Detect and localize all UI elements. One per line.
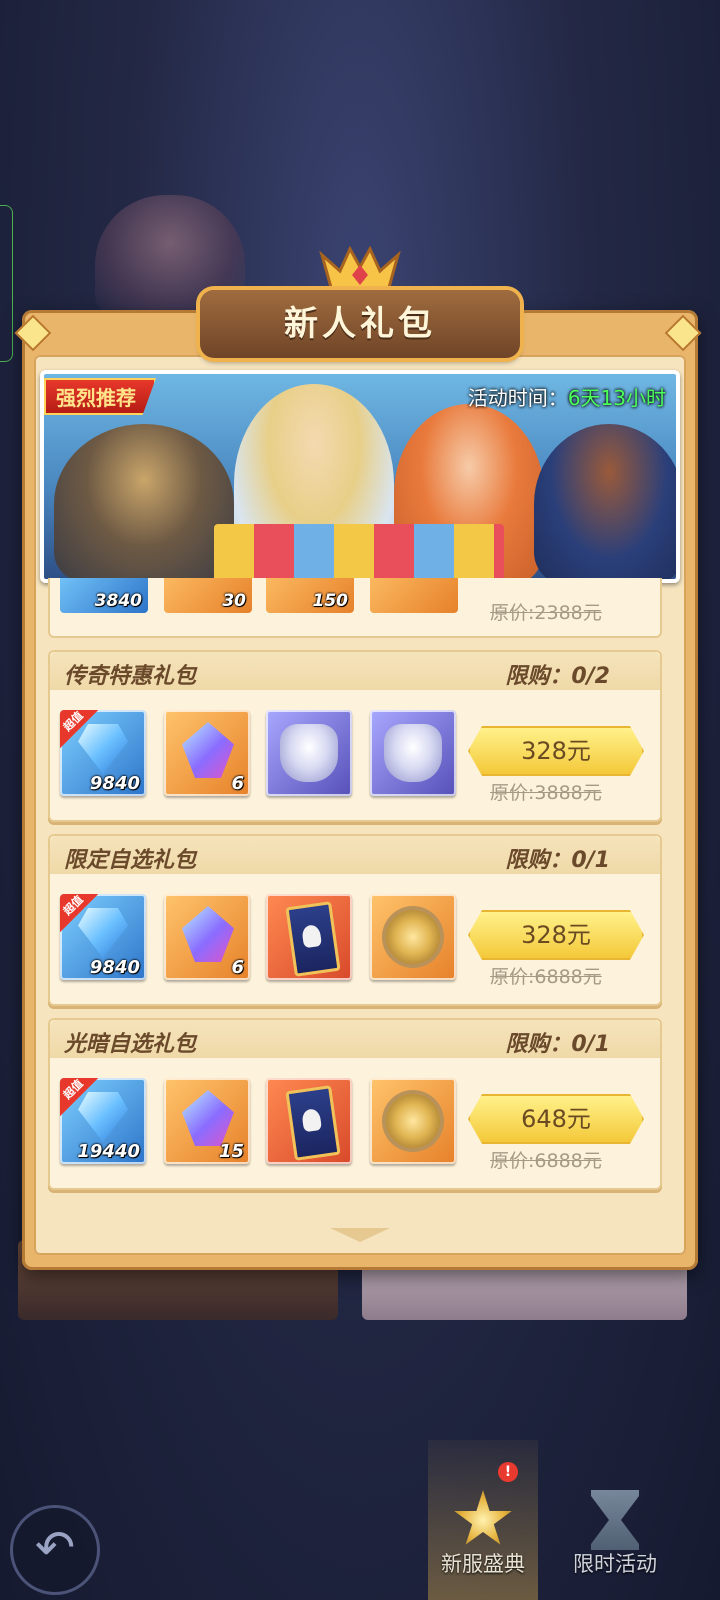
item-count: 3840 (94, 591, 142, 611)
banner-hero-warrior (534, 424, 676, 579)
value-tag-label: 超值 (60, 710, 86, 734)
partial-item-1[interactable]: 3840 (60, 578, 148, 613)
item-count: 6 (231, 773, 244, 794)
amulet-icon (386, 1094, 440, 1148)
armor-icon (280, 724, 338, 782)
item-count: 30 (222, 591, 246, 611)
event-time-value: 6天13小时 (567, 386, 666, 410)
original-price: 原价:2388元 (490, 602, 602, 624)
gift-pack-light-dark-choice: 光暗自选礼包 限购：0/1 超值 19440 15 648元 原价:6888元 (48, 1018, 662, 1190)
purchase-limit: 限购：0/2 (505, 664, 610, 689)
buy-button[interactable]: 648元 (468, 1094, 644, 1144)
original-price: 原价:6888元 (490, 966, 602, 988)
hourglass-icon (591, 1490, 639, 1550)
pack-item-crystal[interactable]: 6 (164, 710, 250, 796)
partial-pack-row: 3840 30 150 原价:2388元 (48, 578, 662, 638)
nav-server-celebration[interactable]: ! 新服盛典 (428, 1440, 538, 1600)
title-plaque: 新人礼包 (200, 290, 520, 358)
banner-hero-king (54, 424, 234, 579)
value-tag: 超值 (60, 894, 98, 932)
original-price: 原价:6888元 (490, 1150, 602, 1172)
hero-card-icon (285, 901, 341, 977)
nav-label: 限时活动 (573, 1552, 657, 1576)
pack-item-amulet[interactable] (370, 1078, 456, 1164)
pack-header: 光暗自选礼包 限购：0/1 (50, 1020, 660, 1058)
banner-gift-boxes (214, 524, 504, 579)
gift-pack-legend: 传奇特惠礼包 限购：0/2 超值 9840 6 328元 原价:3888元 (48, 650, 662, 822)
partial-item-4[interactable] (370, 578, 458, 613)
pack-item-diamond[interactable]: 超值 9840 (60, 894, 146, 980)
buy-button[interactable]: 328元 (468, 726, 644, 776)
page-title: 新人礼包 (284, 304, 436, 344)
nav-limited-events[interactable]: 限时活动 (560, 1440, 670, 1600)
crystal-icon (182, 722, 234, 778)
pack-name: 传奇特惠礼包 (64, 664, 197, 689)
event-banner: 强烈推荐 活动时间：6天13小时 (40, 370, 680, 583)
nav-label: 新服盛典 (441, 1552, 525, 1576)
pack-item-amulet[interactable] (370, 894, 456, 980)
partial-item-3[interactable]: 150 (266, 578, 354, 613)
crystal-icon (182, 906, 234, 962)
pack-item-hero-card[interactable] (266, 894, 352, 980)
pack-item-hero-card[interactable] (266, 1078, 352, 1164)
gift-pack-limited-choice: 限定自选礼包 限购：0/1 超值 9840 6 328元 原价:6888元 (48, 834, 662, 1006)
item-count: 9840 (89, 773, 140, 794)
item-count: 9840 (89, 957, 140, 978)
recommend-tag: 强烈推荐 (44, 378, 156, 415)
pack-name: 限定自选礼包 (64, 848, 197, 873)
side-tab[interactable] (0, 205, 13, 362)
purchase-limit: 限购：0/1 (505, 1032, 610, 1057)
value-tag: 超值 (60, 710, 98, 748)
value-tag-label: 超值 (60, 1078, 86, 1102)
original-price: 原价:3888元 (490, 782, 602, 804)
buy-button[interactable]: 328元 (468, 910, 644, 960)
scroll-down-indicator (330, 1228, 390, 1242)
pack-item-armor[interactable] (266, 710, 352, 796)
armor-icon (384, 724, 442, 782)
hero-card-icon (285, 1085, 341, 1161)
pack-item-diamond[interactable]: 超值 19440 (60, 1078, 146, 1164)
item-count: 15 (218, 1141, 244, 1162)
value-tag: 超值 (60, 1078, 98, 1116)
pack-item-armor[interactable] (370, 710, 456, 796)
pack-item-crystal[interactable]: 6 (164, 894, 250, 980)
item-count: 150 (312, 591, 349, 611)
partial-item-2[interactable]: 30 (164, 578, 252, 613)
crystal-icon (182, 1090, 234, 1146)
event-time-label: 活动时间： (467, 386, 568, 410)
event-time: 活动时间：6天13小时 (468, 382, 666, 411)
value-tag-label: 超值 (60, 894, 86, 918)
item-count: 19440 (77, 1141, 140, 1162)
item-count: 6 (231, 957, 244, 978)
pack-item-crystal[interactable]: 15 (164, 1078, 250, 1164)
alert-badge: ! (498, 1462, 518, 1482)
crown-icon (319, 245, 401, 293)
pack-header: 传奇特惠礼包 限购：0/2 (50, 652, 660, 690)
purchase-limit: 限购：0/1 (505, 848, 610, 873)
amulet-icon (386, 910, 440, 964)
star-badge-icon (454, 1490, 512, 1545)
pack-name: 光暗自选礼包 (64, 1032, 197, 1057)
pack-header: 限定自选礼包 限购：0/1 (50, 836, 660, 874)
back-arrow-icon[interactable]: ↶ (10, 1505, 100, 1595)
pack-item-diamond[interactable]: 超值 9840 (60, 710, 146, 796)
